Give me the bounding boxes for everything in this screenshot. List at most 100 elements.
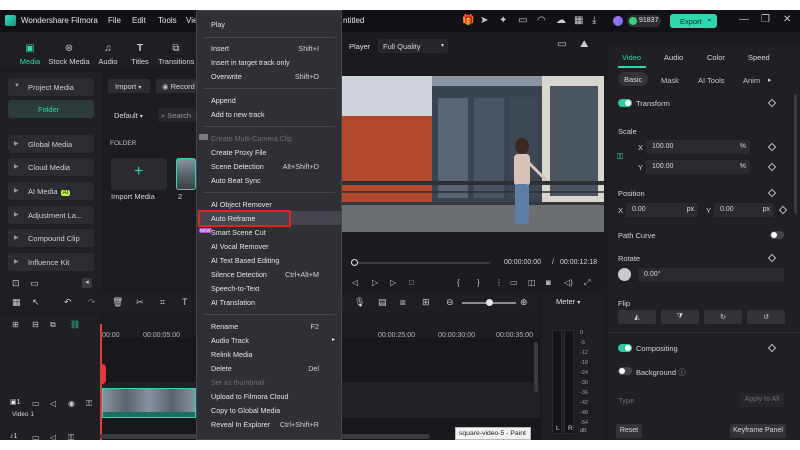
position-y-input[interactable]: 0.00 px xyxy=(714,203,774,217)
subtab-ai-tools[interactable]: AI Tools xyxy=(698,76,725,85)
playhead-scrubber[interactable] xyxy=(351,259,490,266)
text-icon[interactable]: T xyxy=(182,297,188,307)
zoom-slider[interactable] xyxy=(462,299,516,306)
menu-edit[interactable]: Edit xyxy=(132,16,146,25)
quality-dropdown[interactable]: Full Quality ▾ xyxy=(378,39,448,53)
menu-item-insert-target[interactable]: Insert in target track only xyxy=(197,55,341,69)
ai-icon[interactable]: ⧈ xyxy=(400,297,406,307)
menu-item-overwrite[interactable]: Overwrite Shift+O xyxy=(197,69,341,83)
scale-x-input[interactable]: 100.00% xyxy=(646,140,750,154)
tab-video[interactable]: Video xyxy=(622,53,641,62)
undo-icon[interactable]: ↶ xyxy=(64,297,72,307)
menu-item-play[interactable]: Play xyxy=(197,17,341,31)
scale-y-input[interactable]: 100.00% xyxy=(646,160,750,174)
reset-button[interactable]: Reset xyxy=(616,424,642,438)
meter-dropdown[interactable]: Meter ▾ xyxy=(556,297,580,306)
background-toggle[interactable] xyxy=(618,367,632,375)
speaker-icon[interactable]: ◁ xyxy=(50,433,56,440)
video-preview[interactable] xyxy=(342,76,604,232)
menu-item-speech-to-text[interactable]: Speech-to-Text xyxy=(197,281,341,295)
zoom-in-icon[interactable]: ⊕ xyxy=(520,297,528,307)
speaker-icon[interactable]: ◁ xyxy=(50,399,56,409)
gift-icon[interactable]: 🎁 xyxy=(462,16,474,26)
apply-to-all-button[interactable]: Apply to All xyxy=(740,393,784,407)
menu-item-ai-text-editing[interactable]: AI Text Based Editing xyxy=(197,253,341,267)
import-media-tile[interactable]: + xyxy=(111,158,167,190)
rotate-dial[interactable] xyxy=(618,268,631,281)
caption-icon[interactable]: ▤ xyxy=(378,297,387,307)
avatar[interactable] xyxy=(613,16,623,26)
subtab-mask[interactable]: Mask xyxy=(661,76,679,85)
new-folder-icon[interactable]: ⊡ xyxy=(12,278,20,288)
layout-icon[interactable]: ▦ xyxy=(12,297,21,307)
compositing-toggle[interactable] xyxy=(618,344,632,352)
minimize-icon[interactable]: — xyxy=(739,15,749,25)
transform-toggle[interactable] xyxy=(618,99,632,107)
add-track-icon[interactable]: ⊞ xyxy=(12,320,19,330)
toolbar-transitions[interactable]: ⧉ Transitions xyxy=(158,44,194,67)
grid-icon[interactable]: ▦ xyxy=(574,16,583,26)
rotate-cw-button[interactable]: ↻ xyxy=(704,310,742,324)
record-button[interactable]: ◉ Record xyxy=(156,79,196,93)
select-tool-icon[interactable]: ↖ xyxy=(32,297,40,307)
menu-item-reveal-explorer[interactable]: Reveal In Explorer Ctrl+Shift+R xyxy=(197,417,341,431)
snapshot-icon[interactable]: ▭ xyxy=(557,40,566,50)
step-back-icon[interactable]: ◁ xyxy=(352,278,358,288)
delete-icon[interactable]: 🗑 xyxy=(112,297,123,307)
sort-dropdown[interactable]: Default ▾ xyxy=(108,108,152,122)
nav-folder[interactable]: Folder xyxy=(8,100,94,118)
zoom-out-icon[interactable]: ⊖ xyxy=(446,297,454,307)
search-input[interactable]: ⌕ Search xyxy=(158,108,196,122)
rotate-keyframe-icon[interactable] xyxy=(767,253,777,263)
menu-item-audio-track[interactable]: Audio Track ▸ xyxy=(197,333,341,347)
menu-item-smart-scene-cut[interactable]: NEW Smart Scene Cut xyxy=(197,225,341,239)
panel-scrollbar[interactable] xyxy=(794,94,797,214)
lightbulb-icon[interactable]: ✦ xyxy=(499,16,507,26)
send-icon[interactable]: ➤ xyxy=(480,16,488,26)
tab-audio[interactable]: Audio xyxy=(664,53,683,62)
menu-item-add-new-track[interactable]: Add to new track xyxy=(197,107,341,121)
zoom-knob[interactable] xyxy=(486,299,493,306)
screen-icon[interactable]: ▭ xyxy=(518,16,527,26)
menu-item-upload-cloud[interactable]: Upload to Filmora Cloud xyxy=(197,389,341,403)
scale-x-keyframe-icon[interactable] xyxy=(767,142,777,152)
position-y-keyframe-icon[interactable] xyxy=(778,205,788,215)
mic-icon[interactable]: 🎙 xyxy=(354,297,365,307)
video-clip[interactable] xyxy=(102,388,196,418)
fullscreen-icon[interactable]: ⤢ xyxy=(584,278,590,288)
toolbar-media[interactable]: ▣ Media xyxy=(18,44,42,67)
import-button[interactable]: Import ▾ xyxy=(108,79,150,93)
menu-item-ai-vocal-remover[interactable]: AI Vocal Remover xyxy=(197,239,341,253)
lock-ratio-icon[interactable]: ⚿ xyxy=(617,152,623,162)
menu-item-scene-detection[interactable]: Scene Detection Alt+Shift+D xyxy=(197,159,341,173)
display-icon[interactable]: ▭ xyxy=(510,278,518,288)
menu-item-set-thumbnail[interactable]: Set as thumbnail xyxy=(197,375,341,389)
menu-item-relink-media[interactable]: Relink Media xyxy=(197,347,341,361)
render-icon[interactable]: ◫ xyxy=(528,278,536,288)
lock-icon[interactable]: ⚿ xyxy=(68,433,74,440)
menu-item-insert[interactable]: Insert Shift+I xyxy=(197,41,341,55)
folder-icon[interactable]: ▭ xyxy=(32,399,40,409)
subtab-basic[interactable]: Basic xyxy=(618,72,648,86)
nav-adjustment-layer[interactable]: ▶ Adjustment La... xyxy=(8,206,94,224)
menu-item-append[interactable]: Append xyxy=(197,93,341,107)
tab-speed[interactable]: Speed xyxy=(748,53,770,62)
menu-item-create-proxy[interactable]: Create Proxy File xyxy=(197,145,341,159)
menu-item-ai-translation[interactable]: AI Translation xyxy=(197,295,341,309)
chevron-right-icon[interactable]: ▸ xyxy=(768,76,772,86)
split-icon[interactable]: ✂ xyxy=(136,297,144,307)
menu-item-multicam[interactable]: Create Multi-Camera Clip xyxy=(197,131,341,145)
nav-influence-kit[interactable]: ▶ Influence Kit xyxy=(8,253,94,271)
folder-icon[interactable]: ▭ xyxy=(30,278,39,288)
magnet-icon[interactable]: ⧉ xyxy=(50,320,56,330)
export-button[interactable]: Export ⌄ xyxy=(670,14,717,28)
menu-item-rename[interactable]: Rename F2 xyxy=(197,319,341,333)
download-icon[interactable]: ⤓ xyxy=(592,16,596,26)
play-icon[interactable]: ▷ xyxy=(390,278,396,288)
transform-keyframe-icon[interactable] xyxy=(767,98,777,108)
nav-ai-media[interactable]: ▶ AI Media AI xyxy=(8,182,94,200)
redo-icon[interactable]: ↷ xyxy=(88,297,96,307)
flip-vertical-button[interactable]: ⧩ xyxy=(661,310,699,324)
flip-horizontal-button[interactable]: ◭ xyxy=(618,310,656,324)
position-x-input[interactable]: 0.00 px xyxy=(626,203,698,217)
